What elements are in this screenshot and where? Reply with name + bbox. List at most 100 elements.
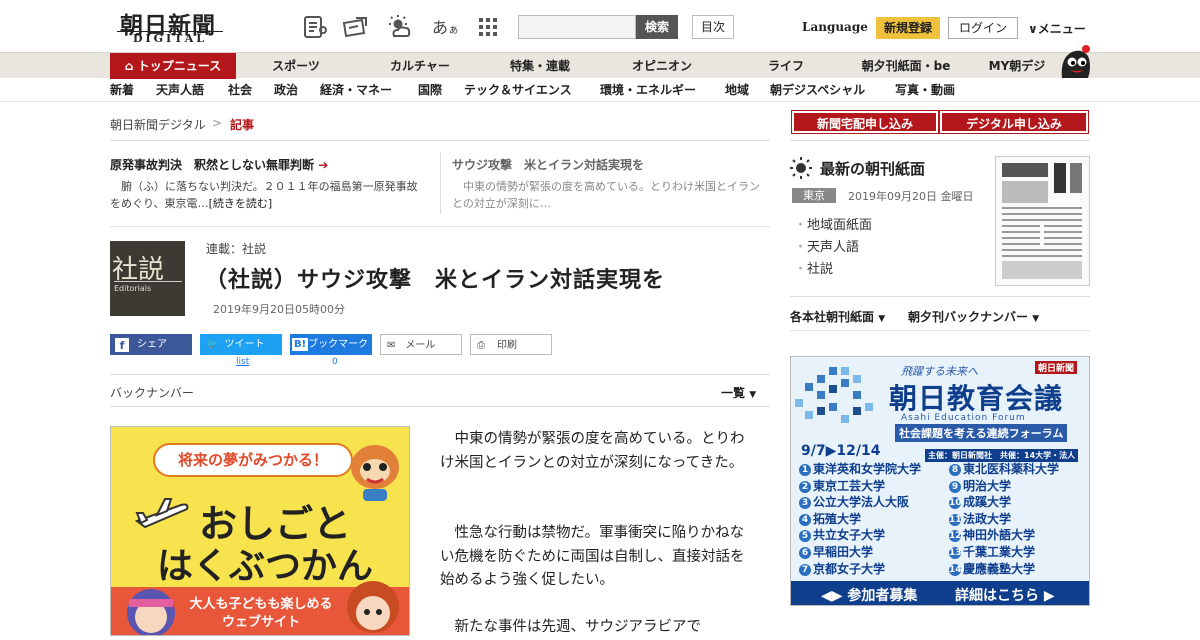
nav2-special[interactable]: 朝デジスペシャル xyxy=(770,78,865,102)
article-paragraph: 新たな事件は先週、サウジアラビアで xyxy=(440,619,701,635)
mail-button[interactable]: ✉ メール xyxy=(380,334,462,355)
nav-features[interactable]: 特集・連載 xyxy=(500,53,580,79)
editorial-thumbnail[interactable]: 社説 Editorials xyxy=(110,241,185,316)
university-list-item: 6 早稲田大学 xyxy=(799,544,944,561)
weather-icon[interactable] xyxy=(386,14,412,40)
arrow-right-icon: ➔ xyxy=(318,158,329,172)
newspaper-thumbnail[interactable] xyxy=(995,156,1090,286)
menu-button[interactable]: ∨メニュー xyxy=(1028,20,1086,37)
nav2-economy[interactable]: 経済・マネー xyxy=(320,78,392,102)
breadcrumb-home[interactable]: 朝日新聞デジタル xyxy=(110,116,206,133)
university-list-item: 4 拓殖大学 xyxy=(799,511,944,528)
header: 朝日新聞 DIGITAL あぁ 検索 目次 Language 新規登録 ログイン… xyxy=(0,0,1200,52)
university-list-item: 5 共立女子大学 xyxy=(799,527,944,544)
newspaper-icon[interactable] xyxy=(302,14,328,40)
nav-culture[interactable]: カルチャー xyxy=(380,53,460,79)
nav-sports[interactable]: スポーツ xyxy=(258,53,334,79)
nav2-international[interactable]: 国際 xyxy=(418,78,442,102)
mascot-icon xyxy=(1061,45,1090,78)
ad-dates: 9/7▶12/14 xyxy=(801,443,881,459)
girl-character-icon xyxy=(127,589,175,635)
search-button[interactable]: 検索 xyxy=(636,15,678,39)
pixel-mosaic-graphic xyxy=(795,367,873,423)
nav-paper[interactable]: 朝夕刊紙面・be xyxy=(856,53,956,79)
ad-title-english: Asahi Education Forum xyxy=(901,413,1026,423)
chevron-right-circle-icon: ▶ xyxy=(1043,588,1055,604)
nav2-new[interactable]: 新着 xyxy=(110,78,134,102)
nav2-environment[interactable]: 環境・エネルギー xyxy=(600,78,696,102)
caret-down-icon: ▼ xyxy=(1032,314,1040,324)
nav2-photo[interactable]: 写真・動画 xyxy=(895,78,955,102)
university-list-item: 14慶應義塾大学 xyxy=(949,561,1036,576)
morning-paper-date: 2019年09月20日 金曜日 xyxy=(848,190,974,203)
twitter-bird-icon: 🐦 xyxy=(206,339,219,350)
divider xyxy=(110,406,770,407)
nav2-region[interactable]: 地域 xyxy=(725,78,749,102)
pickup-1-title[interactable]: 原発事故判決 釈然としない無罪判断 ➔ xyxy=(110,156,328,173)
sidebar-link-editorial[interactable]: ・社説 xyxy=(794,258,833,277)
font-size-icon[interactable]: あぁ xyxy=(432,14,459,38)
pickup-2-text: 中東の情勢が緊張の度を高めている。とりわけ米国とイランとの対立が深刻に… xyxy=(452,180,760,210)
pickup-2-title[interactable]: サウジ攻撃 米とイラン対話実現を xyxy=(452,156,644,173)
ad-footer-line1: 大人も子どもも楽しめる xyxy=(189,597,333,612)
print-button[interactable]: ⎙ 印刷 xyxy=(470,334,552,355)
nav-opinion[interactable]: オピニオン xyxy=(622,53,702,79)
regional-editions-dropdown[interactable]: 各本社朝刊紙面 ▼ xyxy=(790,308,885,325)
list-number-badge: 6 xyxy=(799,546,811,559)
pickup-1-text: 腑（ふ）に落ちない判決だ。２０１１年の福島第一原発事故をめぐり、東京電…[続きを… xyxy=(110,180,418,210)
ticket-icon[interactable] xyxy=(342,14,368,40)
printer-icon: ⎙ xyxy=(477,340,485,351)
region-badge: 東京 xyxy=(792,188,836,203)
nav2-society[interactable]: 社会 xyxy=(228,78,252,102)
tweet-list-link[interactable]: list xyxy=(236,357,249,367)
list-dropdown[interactable]: 一覧 ▼ xyxy=(721,384,756,401)
language-link[interactable]: Language xyxy=(802,20,868,34)
article-title: （社説）サウジ攻撃 米とイラン対話実現を xyxy=(205,268,666,293)
nav-my-asadigi[interactable]: MY朝デジ xyxy=(982,53,1052,79)
ad-banner-text: 将来の夢がみつかる！ xyxy=(153,443,353,477)
series-label[interactable]: 連載：社説 xyxy=(206,240,266,257)
login-button[interactable]: ログイン xyxy=(948,17,1018,39)
sidebar-link-tenseijingo[interactable]: ・天声人語 xyxy=(794,236,859,255)
facebook-share-button[interactable]: f シェア xyxy=(110,334,192,355)
nav-life[interactable]: ライフ xyxy=(756,53,816,79)
sidebar-link-local[interactable]: ・地域面紙面 xyxy=(794,214,872,233)
education-forum-ad[interactable]: 飛躍する未来へ 朝日新聞 朝日教育会議 Asahi Education Foru… xyxy=(790,356,1090,606)
oshigoto-ad[interactable]: 将来の夢がみつかる！ おしごと はくぶつかん 大人も子どもも楽しめる ウェブサイ… xyxy=(110,426,410,636)
read-more-link[interactable]: [続きを読む] xyxy=(209,197,273,210)
ad-cta-details[interactable]: 詳細はこちら ▶ xyxy=(955,585,1055,605)
nav2-tech[interactable]: テック＆サイエンス xyxy=(464,78,572,102)
university-list-item: 9 明治大学 xyxy=(949,478,1089,495)
divider xyxy=(790,140,1090,141)
chevron-down-icon: ∨ xyxy=(1028,22,1038,36)
nav2-tenseijingo[interactable]: 天声人語 xyxy=(156,78,204,102)
register-button[interactable]: 新規登録 xyxy=(876,17,940,39)
secondary-nav: 新着 天声人語 社会 政治 経済・マネー 国際 テック＆サイエンス 環境・エネル… xyxy=(0,78,1200,102)
ad-cta-participants[interactable]: ◀▶ 参加者募集 xyxy=(821,585,917,605)
facebook-icon: f xyxy=(115,338,129,352)
tweet-button[interactable]: 🐦 ツイート xyxy=(200,334,282,355)
university-list-item: 2 東京工芸大学 xyxy=(799,478,944,495)
search-input[interactable] xyxy=(518,15,636,39)
bookmark-count[interactable]: 0 xyxy=(332,357,338,367)
list-number-badge: 7 xyxy=(799,563,811,576)
list-number-badge: 8 xyxy=(949,464,961,476)
table-of-contents-button[interactable]: 目次 xyxy=(692,15,734,39)
nav2-politics[interactable]: 政治 xyxy=(274,78,298,102)
primary-nav: ⌂ トップニュース スポーツ カルチャー 特集・連載 オピニオン ライフ 朝夕刊… xyxy=(0,52,1200,79)
list-number-badge: 3 xyxy=(799,497,811,510)
digital-subscribe-button[interactable]: デジタル申し込み xyxy=(939,110,1089,134)
backnumber-dropdown[interactable]: 朝夕刊バックナンバー ▼ xyxy=(908,308,1039,325)
nav-top-news[interactable]: ⌂ トップニュース xyxy=(110,53,236,79)
university-list-item: 3 公立大学法人大阪 xyxy=(799,494,944,511)
site-logo-sub[interactable]: DIGITAL xyxy=(117,31,223,45)
latest-morning-paper-title[interactable]: 最新の朝刊紙面 xyxy=(820,158,925,179)
caret-down-icon: ▼ xyxy=(749,390,757,400)
home-icon: ⌂ xyxy=(124,59,134,73)
paper-subscribe-button[interactable]: 新聞宅配申し込み xyxy=(791,110,939,134)
hatena-bookmark-button[interactable]: B! ブックマーク xyxy=(290,334,372,355)
grid-menu-icon[interactable] xyxy=(476,14,500,40)
article-paragraph: 中東の情勢が緊張の度を高めている。とりわけ米国とイランとの対立が深刻になってきた… xyxy=(440,431,745,471)
thumbnail-subtitle: Editorials xyxy=(114,281,182,293)
article-date: 2019年9月20日05時00分 xyxy=(213,303,345,316)
